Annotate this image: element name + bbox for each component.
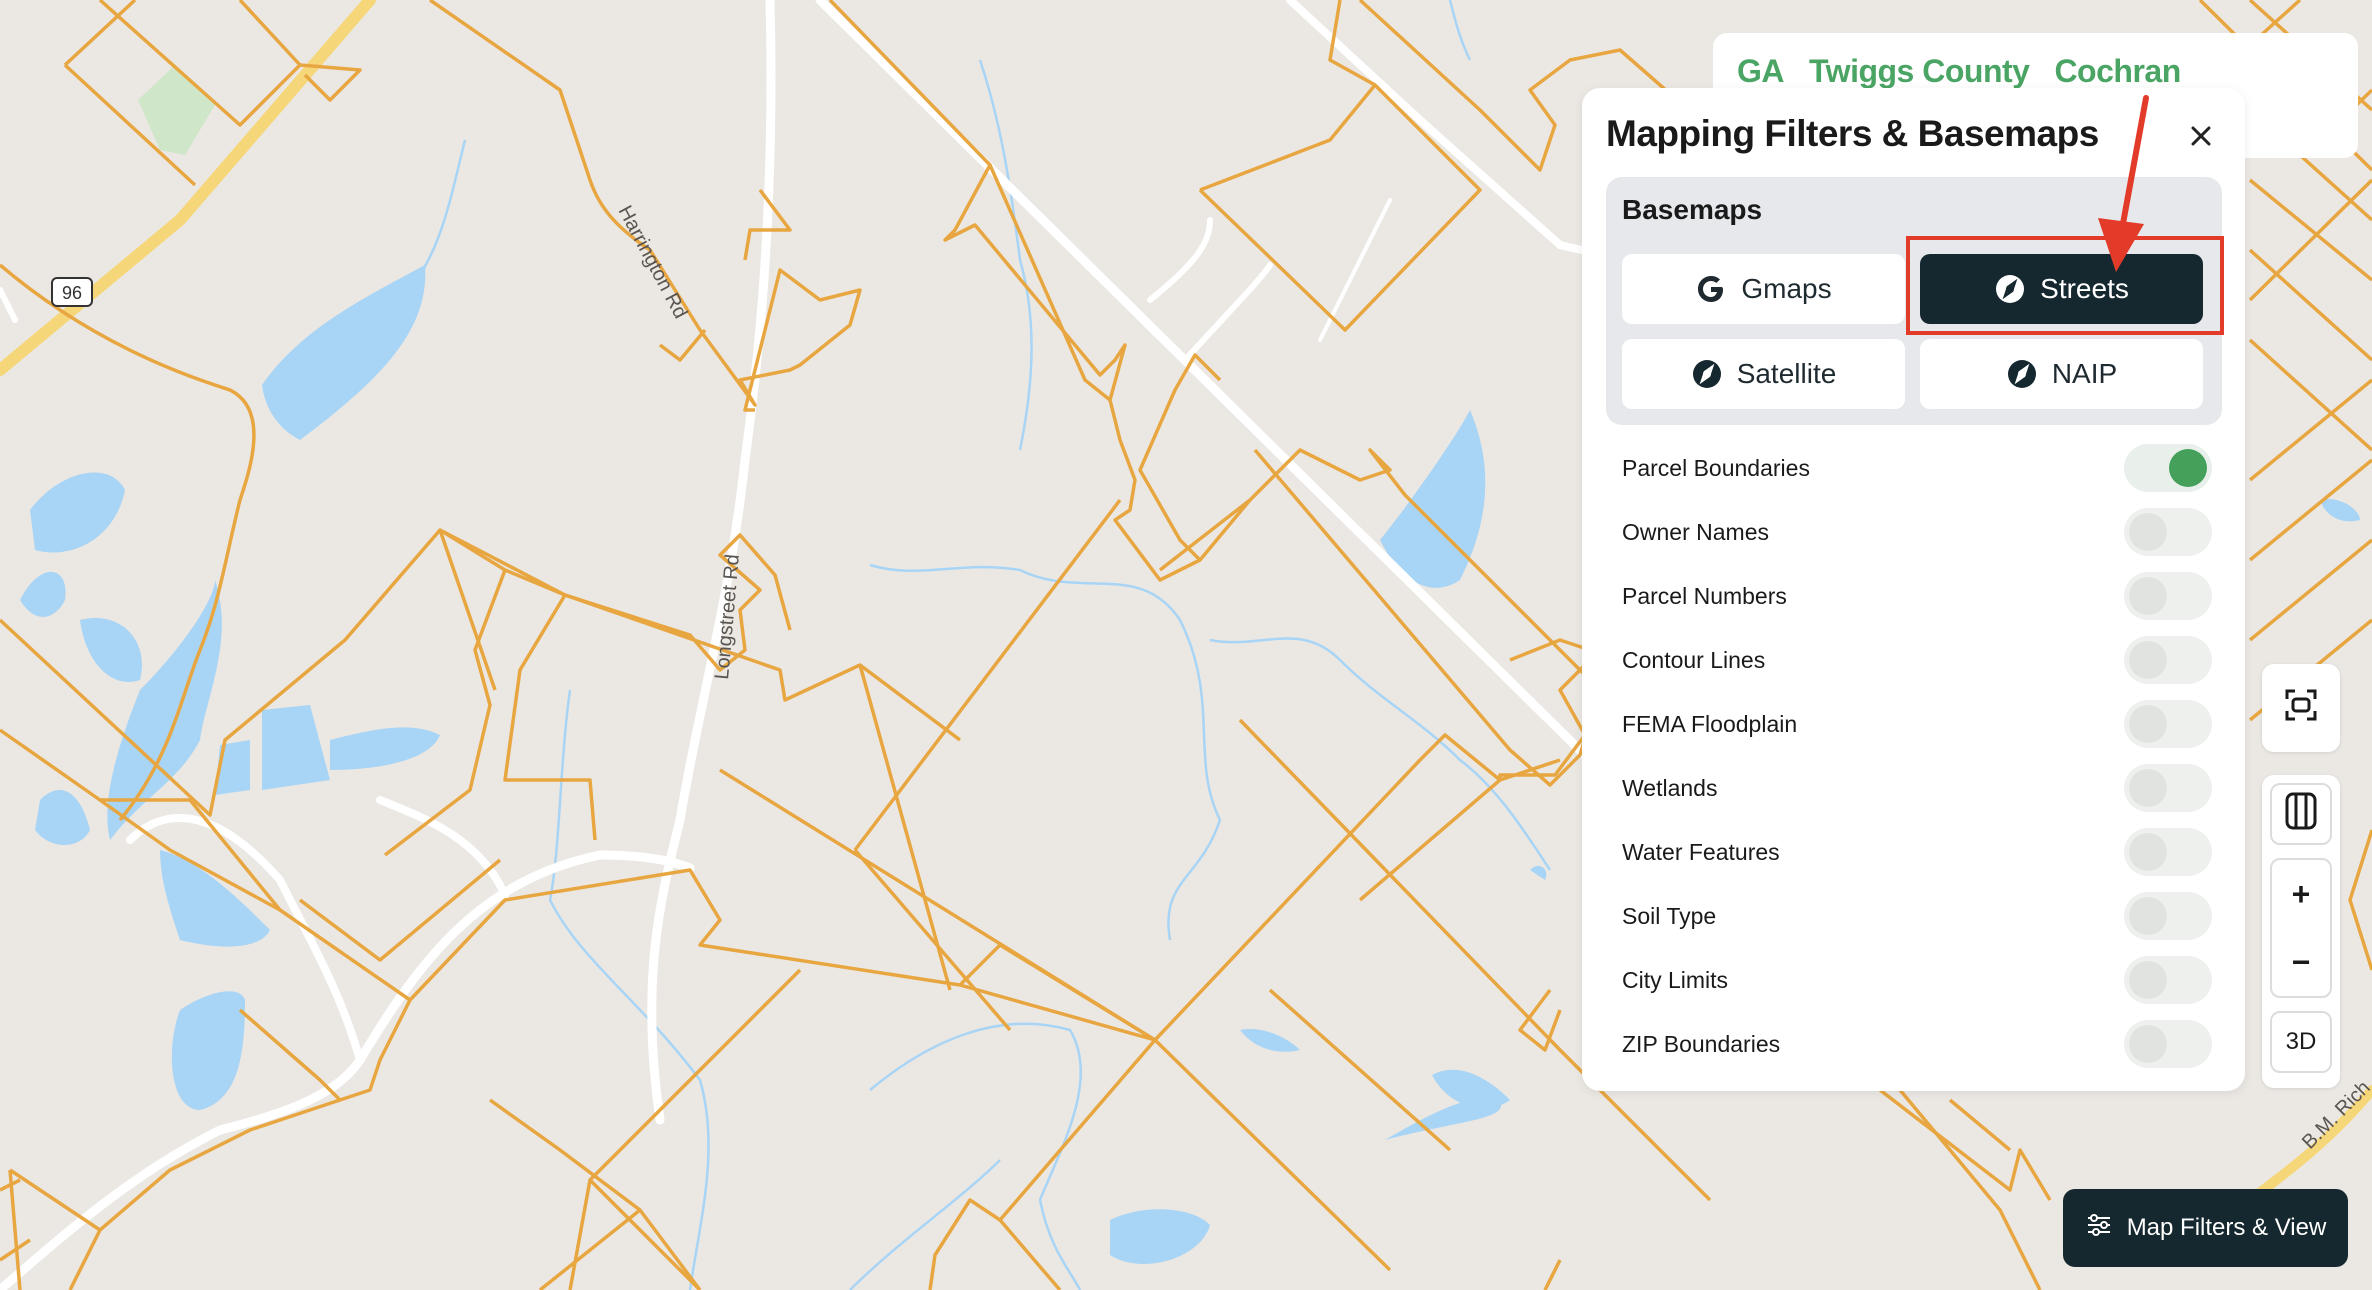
basemap-naip-button[interactable]: NAIP [1920,339,2203,409]
toggle-knob [2129,513,2167,551]
basemap-naip-label: NAIP [2051,358,2118,389]
sliders-icon [2085,1211,2113,1246]
layer-row-wetlands: Wetlands [1622,763,2212,813]
wetlands-toggle[interactable] [2124,764,2212,812]
layer-label: Soil Type [1622,902,1717,929]
zoom-group: + − [2270,858,2332,998]
fit-view-control [2262,664,2340,752]
basemaps-section: Basemaps Gmaps Streets Satellite NAIP [1606,177,2222,425]
layer-label: City Limits [1622,966,1729,993]
fema-floodplain-toggle[interactable] [2124,700,2212,748]
basemap-satellite-button[interactable]: Satellite [1622,339,1905,409]
layer-row-contour-lines: Contour Lines [1622,635,2212,685]
compass-icon [1994,273,2026,305]
mapping-filters-panel: Mapping Filters & Basemaps Basemaps Gmap… [1582,88,2245,1091]
owner-names-toggle[interactable] [2124,508,2212,556]
toggle-knob [2169,449,2207,487]
route-shield-label: 96 [62,283,82,303]
soil-type-toggle[interactable] [2124,892,2212,940]
toggle-knob [2129,833,2167,871]
layer-label: FEMA Floodplain [1622,710,1798,737]
map-filters-view-button[interactable]: Map Filters & View [2063,1189,2348,1267]
google-icon [1695,273,1727,305]
zoom-controls: + − 3D [2262,775,2340,1088]
layer-row-parcel-numbers: Parcel Numbers [1622,571,2212,621]
layer-row-city-limits: City Limits [1622,955,2212,1005]
layer-row-water-features: Water Features [1622,827,2212,877]
basemap-gmaps-button[interactable]: Gmaps [1622,254,1905,324]
layer-row-parcel-boundaries: Parcel Boundaries [1622,443,2212,493]
toggle-knob [2129,769,2167,807]
zoom-in-button[interactable]: + [2272,860,2330,928]
basemaps-title: Basemaps [1622,194,1763,225]
toggle-knob [2129,961,2167,999]
layer-label: Contour Lines [1622,646,1766,673]
basemap-streets-label: Streets [2040,273,2129,304]
city-limits-toggle[interactable] [2124,956,2212,1004]
toggle-knob [2129,705,2167,743]
layer-label: Parcel Numbers [1622,582,1787,609]
toggle-knob [2129,577,2167,615]
layer-label: Parcel Boundaries [1622,454,1810,481]
parcel-numbers-toggle[interactable] [2124,572,2212,620]
panel-title: Mapping Filters & Basemaps [1606,113,2099,154]
toggle-knob [2129,641,2167,679]
panel-toggle-icon [2284,791,2318,838]
layer-label: Water Features [1622,838,1780,865]
three-d-button[interactable]: 3D [2270,1011,2332,1073]
basemap-gmaps-label: Gmaps [1741,273,1832,304]
water-features-toggle[interactable] [2124,828,2212,876]
contour-lines-toggle[interactable] [2124,636,2212,684]
layers-panel-button[interactable] [2270,783,2332,845]
compass-icon [1691,358,1723,390]
fit-view-button[interactable] [2270,677,2332,739]
layer-row-zip-boundaries: ZIP Boundaries [1622,1019,2212,1069]
basemap-streets-button[interactable]: Streets [1920,254,2203,324]
zip-boundaries-toggle[interactable] [2124,1020,2212,1068]
toggle-knob [2129,897,2167,935]
fullscreen-icon [2281,685,2321,732]
layer-row-fema-floodplain: FEMA Floodplain [1622,699,2212,749]
map-filters-view-label: Map Filters & View [2126,1214,2327,1241]
toggle-knob [2129,1025,2167,1063]
basemap-satellite-label: Satellite [1736,358,1837,389]
close-icon[interactable] [2183,118,2219,154]
parcel-boundaries-toggle[interactable] [2124,444,2212,492]
compass-icon [2006,358,2038,390]
layer-row-owner-names: Owner Names [1622,507,2212,557]
layer-row-soil-type: Soil Type [1622,891,2212,941]
layer-label: ZIP Boundaries [1622,1030,1781,1057]
zoom-out-button[interactable]: − [2272,928,2330,996]
layer-label: Wetlands [1622,774,1718,801]
route-shield: 96 [51,277,93,307]
layer-label: Owner Names [1622,518,1769,545]
